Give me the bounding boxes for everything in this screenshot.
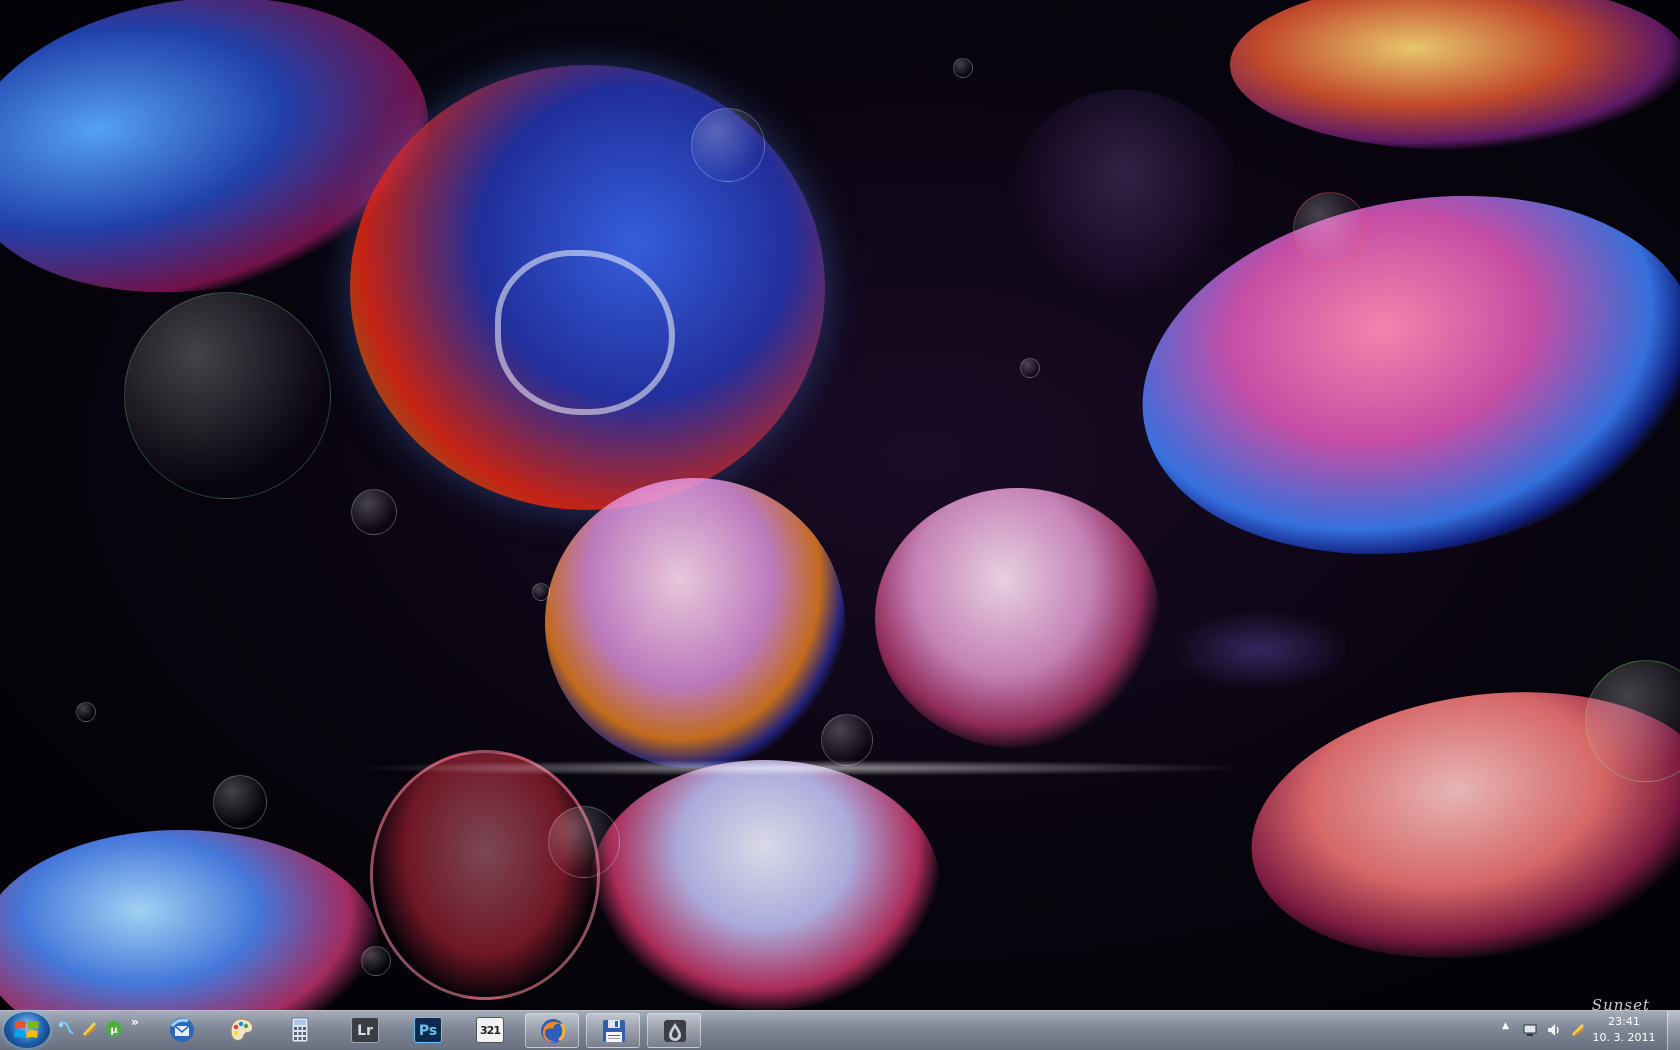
quick-launch-skype-icon[interactable]	[57, 1019, 75, 1039]
jellyfish-faded-background	[1010, 90, 1240, 300]
bubble	[548, 806, 620, 878]
jellyfish-bottom-small-ring	[370, 750, 600, 1000]
taskbar-dark-drop-app[interactable]	[647, 1013, 701, 1048]
taskbar-firefox[interactable]	[525, 1013, 579, 1048]
taskbar-lightroom[interactable]: Lr	[338, 1013, 392, 1048]
firefox-icon	[539, 1017, 567, 1045]
taskbar-thunderbird[interactable]	[155, 1013, 209, 1048]
clock-date: 10. 3. 2011	[1592, 1031, 1656, 1044]
clock-time: 23:41	[1608, 1015, 1640, 1028]
taskbar-save-floppy[interactable]	[586, 1013, 640, 1048]
volume-icon[interactable]	[1546, 1022, 1562, 1038]
start-button[interactable]	[4, 1012, 50, 1048]
taskbar-media-player-classic[interactable]: 321	[463, 1013, 517, 1048]
lightroom-icon: Lr	[351, 1017, 379, 1043]
power-icon[interactable]	[1570, 1022, 1586, 1038]
bubble	[532, 583, 550, 601]
bubble	[361, 946, 391, 976]
desktop-wallpaper: Sunset	[0, 0, 1680, 1010]
calculator-icon	[286, 1016, 314, 1044]
taskbar-photoshop[interactable]: Ps	[401, 1013, 455, 1048]
bubble	[821, 714, 873, 766]
taskbar-calculator[interactable]	[273, 1013, 327, 1048]
bubble	[1293, 192, 1367, 266]
taskbar: µ » Lr Ps 321 ▲ 23:41 10. 3. 2011	[0, 1010, 1680, 1050]
paint-palette-icon	[227, 1016, 255, 1044]
floppy-disk-icon	[600, 1017, 628, 1045]
clock[interactable]: 23:41 10. 3. 2011	[1588, 1014, 1660, 1046]
photoshop-icon: Ps	[414, 1017, 442, 1043]
jellyfish-middle-orange	[545, 478, 845, 768]
dark-drop-icon	[661, 1017, 689, 1045]
jellyfish-top-right	[1230, 0, 1680, 150]
quick-launch-utorrent-icon[interactable]: µ	[105, 1019, 123, 1039]
jellyfish-bottom-center	[590, 760, 940, 1010]
svg-text:µ: µ	[110, 1025, 118, 1036]
light-streak	[350, 760, 1250, 776]
bubble	[351, 489, 397, 535]
bubble	[1020, 358, 1040, 378]
windows-logo-icon	[14, 1021, 39, 1038]
bubble	[953, 58, 973, 78]
jellyfish-bottom-left	[0, 830, 380, 1010]
taskbar-paint[interactable]	[214, 1013, 268, 1048]
tray-show-hidden-icons-button[interactable]: ▲	[1502, 1021, 1509, 1031]
jellyfish-faded-right	[1170, 610, 1350, 690]
thunderbird-icon	[168, 1016, 196, 1044]
quick-launch-messenger-icon[interactable]	[81, 1019, 99, 1039]
wallpaper-signature: Sunset	[1591, 996, 1650, 1010]
quick-launch-overflow-button[interactable]: »	[131, 1015, 139, 1029]
bubble	[213, 775, 267, 829]
media-player-classic-icon: 321	[476, 1017, 504, 1043]
jellyfish-middle-pink	[875, 488, 1160, 748]
network-icon[interactable]	[1522, 1022, 1538, 1038]
bubble	[691, 108, 765, 182]
show-desktop-button[interactable]	[1667, 1011, 1680, 1050]
bubble	[76, 702, 96, 722]
bubble	[124, 292, 331, 499]
